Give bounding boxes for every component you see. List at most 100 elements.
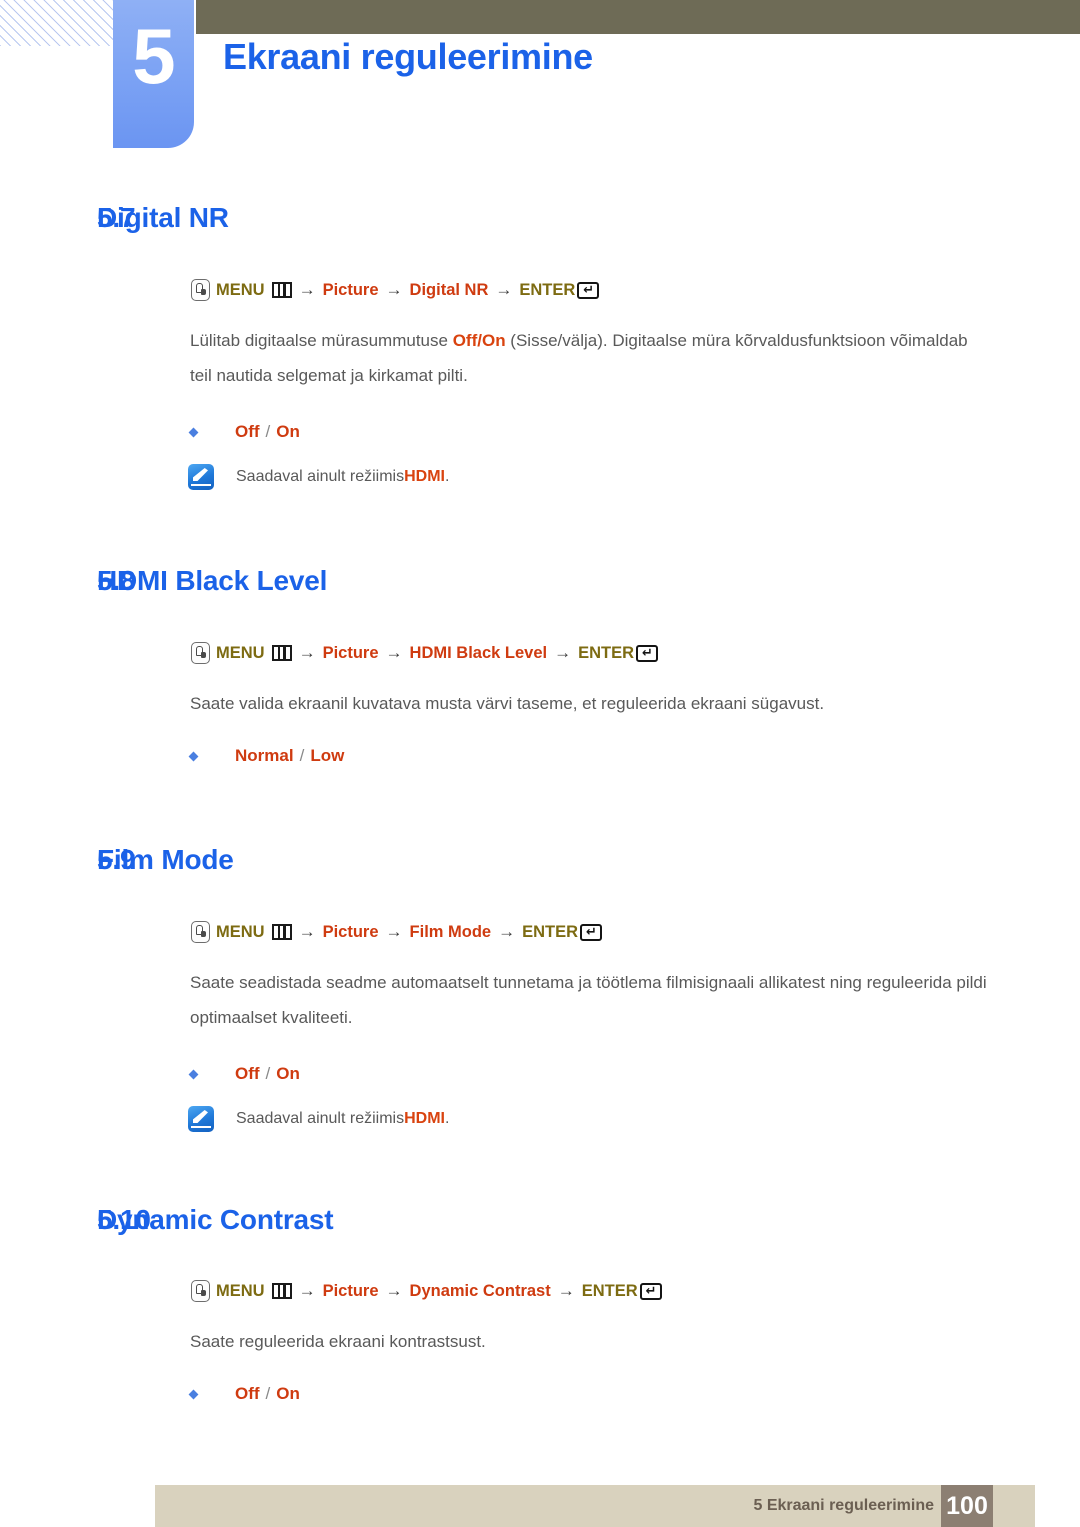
bullet-icon bbox=[188, 751, 199, 761]
enter-key-icon: ↵ bbox=[636, 644, 659, 662]
section-number: 5.7 bbox=[97, 202, 136, 233]
enter-key-icon: ↵ bbox=[580, 923, 603, 941]
chapter-number: 5 bbox=[132, 12, 175, 100]
enter-label: ENTER bbox=[522, 923, 579, 941]
section-body: Saate seadistada seadme automaatselt tun… bbox=[190, 973, 987, 1027]
remote-menu-button-icon bbox=[191, 279, 210, 301]
enter-arrow-glyph: ↵ bbox=[642, 645, 653, 661]
note-highlight: HDMI bbox=[404, 468, 445, 485]
chapter-number-block: 5 bbox=[113, 0, 194, 148]
section-number: 5.10 bbox=[97, 1204, 151, 1235]
remote-menu-button-icon bbox=[191, 1280, 210, 1302]
menu-grid-icon bbox=[271, 924, 292, 940]
menu-path: MENU → Picture → HDMI Black Level → ENTE… bbox=[0, 641, 1080, 665]
section-number: 5.8 bbox=[97, 565, 136, 596]
bullet-icon bbox=[188, 427, 199, 437]
arrow-icon: → bbox=[557, 1281, 575, 1300]
note-suffix: . bbox=[444, 468, 450, 485]
option-list-item: Normal / Low bbox=[0, 743, 1080, 769]
section-heading: 5.7 Digital NR bbox=[0, 202, 1080, 234]
arrow-icon: → bbox=[298, 1281, 316, 1300]
menu-step-target: Dynamic Contrast bbox=[409, 1282, 551, 1300]
page-header: 5 Ekraani reguleerimine bbox=[0, 0, 1080, 165]
enter-arrow-glyph: ↵ bbox=[645, 1283, 657, 1299]
menu-path: MENU → Picture → Digital NR → ENTER ↵ bbox=[0, 278, 1080, 302]
menu-path: MENU → Picture → Dynamic Contrast → ENTE… bbox=[0, 1279, 1080, 1303]
arrow-icon: → bbox=[298, 280, 316, 299]
menu-grid-icon bbox=[271, 1283, 292, 1299]
option-separator: / bbox=[265, 1384, 271, 1403]
arrow-icon: → bbox=[298, 922, 316, 941]
option-list-item: Off / On bbox=[0, 1061, 1080, 1087]
menu-step-picture: Picture bbox=[322, 644, 379, 662]
menu-label: MENU bbox=[216, 281, 265, 299]
enter-label: ENTER bbox=[519, 281, 576, 299]
menu-step-target: Digital NR bbox=[409, 281, 489, 299]
section-film-mode: 5.9 Film Mode MENU → Picture → Film Mode… bbox=[0, 769, 1080, 1132]
menu-label: MENU bbox=[216, 923, 265, 941]
menu-path: MENU → Picture → Film Mode → ENTER ↵ bbox=[0, 920, 1080, 944]
footer-chapter-label: 5 Ekraani reguleerimine bbox=[753, 1497, 934, 1514]
note-prefix: Saadaval ainult režiimis bbox=[236, 1110, 405, 1127]
option-value: On bbox=[276, 422, 300, 441]
section-body: Saate reguleerida ekraani kontrastsust. bbox=[190, 1332, 486, 1351]
enter-key-icon: ↵ bbox=[639, 1282, 662, 1300]
note-suffix: . bbox=[444, 1110, 450, 1127]
option-value: Off bbox=[235, 1384, 260, 1403]
option-separator: / bbox=[299, 746, 305, 765]
option-value: Off bbox=[235, 1064, 260, 1083]
note-prefix: Saadaval ainult režiimis bbox=[236, 468, 405, 485]
arrow-icon: → bbox=[385, 922, 403, 941]
page-content: 5.7 Digital NR MENU → Picture → Digital … bbox=[0, 165, 1080, 1407]
chapter-title: Ekraani reguleerimine bbox=[223, 36, 593, 77]
option-value: Off bbox=[235, 422, 260, 441]
bullet-icon bbox=[188, 1389, 199, 1399]
section-heading: 5.8 HDMI Black Level bbox=[0, 565, 1080, 597]
section-title: Dynamic Contrast bbox=[97, 1204, 334, 1235]
page-number-box: 100 bbox=[941, 1485, 993, 1527]
header-olive-bar bbox=[196, 0, 1080, 34]
option-separator: / bbox=[265, 422, 271, 441]
option-separator: / bbox=[265, 1064, 271, 1083]
header-hatch-pattern bbox=[0, 0, 113, 46]
section-heading: 5.9 Film Mode bbox=[0, 844, 1080, 876]
option-value: On bbox=[276, 1384, 300, 1403]
body-prefix: Lülitab digitaalse mürasummutuse bbox=[190, 331, 453, 350]
remote-menu-button-icon bbox=[191, 642, 210, 664]
section-body: Saate valida ekraanil kuvatava musta vär… bbox=[190, 694, 825, 713]
remote-menu-button-icon bbox=[191, 921, 210, 943]
section-dynamic-contrast: 5.10 Dynamic Contrast MENU → Picture → D… bbox=[0, 1132, 1080, 1407]
section-hdmi-black-level: 5.8 HDMI Black Level MENU → Picture → HD… bbox=[0, 490, 1080, 769]
enter-key-icon: ↵ bbox=[577, 281, 600, 299]
arrow-icon: → bbox=[498, 922, 516, 941]
section-number: 5.9 bbox=[97, 844, 136, 875]
enter-arrow-glyph: ↵ bbox=[586, 924, 597, 940]
menu-grid-icon bbox=[271, 645, 292, 661]
option-value: On bbox=[276, 1064, 300, 1083]
option-list-item: Off / On bbox=[0, 419, 1080, 445]
menu-step-target: Film Mode bbox=[409, 923, 492, 941]
note-pen-icon bbox=[188, 464, 214, 490]
enter-arrow-glyph: ↵ bbox=[583, 282, 595, 298]
bullet-icon bbox=[188, 1069, 199, 1079]
note-highlight: HDMI bbox=[404, 1110, 445, 1127]
body-highlight-on: On bbox=[481, 331, 506, 350]
arrow-icon: → bbox=[385, 280, 403, 299]
enter-label: ENTER bbox=[578, 644, 635, 662]
menu-grid-icon bbox=[271, 282, 292, 298]
arrow-icon: → bbox=[554, 643, 572, 662]
note-line: Saadaval ainult režiimis HDMI. bbox=[0, 464, 1080, 490]
menu-label: MENU bbox=[216, 1282, 265, 1300]
note-pen-icon bbox=[188, 1106, 214, 1132]
arrow-icon: → bbox=[385, 1281, 403, 1300]
option-value: Normal bbox=[235, 746, 294, 765]
option-value: Low bbox=[310, 746, 345, 765]
menu-step-picture: Picture bbox=[322, 281, 379, 299]
note-line: Saadaval ainult režiimis HDMI. bbox=[0, 1106, 1080, 1132]
section-body: Lülitab digitaalse mürasummutuse Off/On … bbox=[0, 323, 1080, 393]
menu-label: MENU bbox=[216, 644, 265, 662]
option-list-item: Off / On bbox=[0, 1381, 1080, 1407]
enter-label: ENTER bbox=[581, 1282, 638, 1300]
section-heading: 5.10 Dynamic Contrast bbox=[0, 1204, 1080, 1236]
arrow-icon: → bbox=[495, 280, 513, 299]
